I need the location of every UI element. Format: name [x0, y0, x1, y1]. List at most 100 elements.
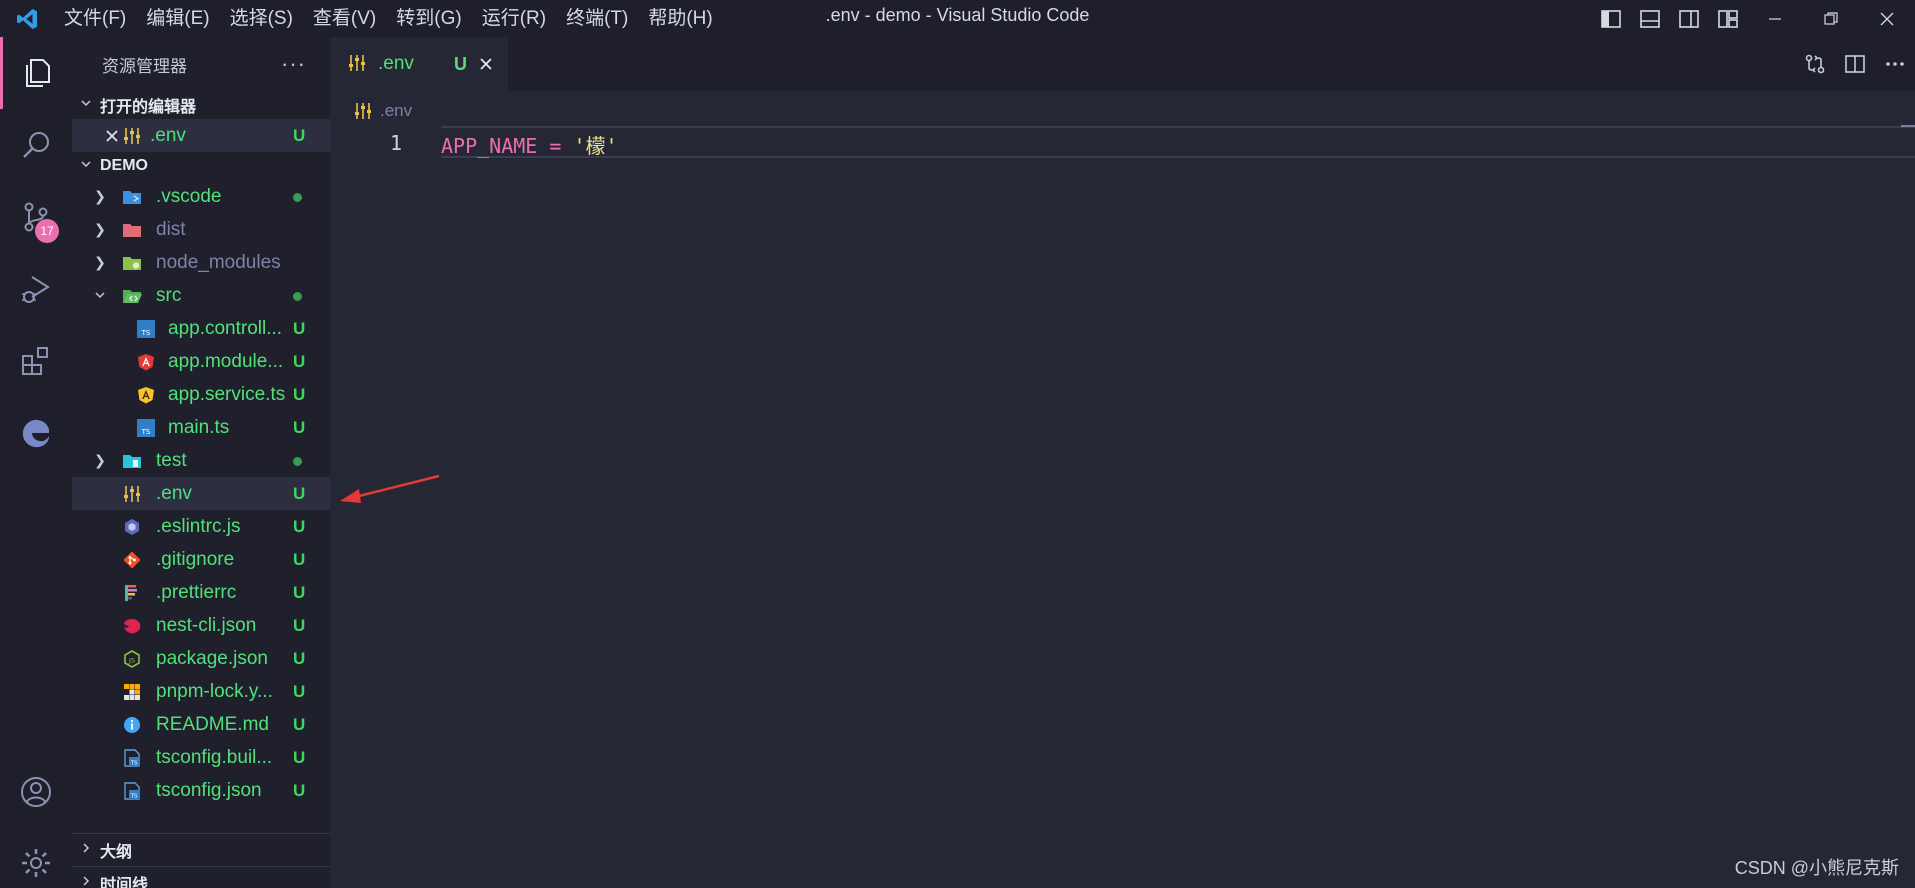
timeline-section[interactable]: 时间线	[72, 866, 330, 888]
toggle-secondary-sidebar-button[interactable]	[1669, 0, 1708, 37]
svg-text:TS: TS	[141, 329, 151, 337]
breadcrumb-file[interactable]: .env	[380, 101, 412, 121]
vscode-logo-icon	[0, 0, 54, 37]
run-debug-icon	[22, 276, 50, 303]
git-status-untracked: U	[293, 384, 306, 404]
open-editors-section[interactable]: 打开的编辑器	[72, 91, 330, 119]
split-editor-button[interactable]	[1835, 37, 1875, 91]
explorer-header: 资源管理器 ···	[72, 37, 330, 91]
open-editors-label: 打开的编辑器	[100, 99, 197, 116]
node-folder-icon	[122, 253, 142, 273]
workspace-label: DEMO	[100, 157, 148, 174]
file-name: package.json	[156, 647, 268, 669]
file-name: .eslintrc.js	[156, 515, 241, 537]
title-bar: 文件(F) 编辑(E) 选择(S) 查看(V) 转到(G) 运行(R) 终端(T…	[0, 0, 1915, 37]
activity-search[interactable]	[0, 109, 72, 181]
open-editor-item[interactable]: .env U	[72, 119, 330, 152]
file-row[interactable]: pnpm-lock.y... U	[72, 675, 330, 708]
file-name: nest-cli.json	[156, 614, 257, 636]
editor-more-actions-button[interactable]	[1875, 37, 1915, 91]
file-row[interactable]: README.md U	[72, 708, 330, 741]
close-window-button[interactable]	[1859, 0, 1915, 37]
git-status-untracked: U	[293, 681, 306, 701]
file-name: pnpm-lock.y...	[156, 680, 273, 702]
file-name: app.controll...	[168, 317, 283, 339]
menu-go[interactable]: 转到(G)	[386, 0, 471, 37]
gear-icon	[22, 849, 50, 877]
watermark: CSDN @小熊尼克斯	[1734, 858, 1899, 878]
code-text[interactable]: APP_NAME = '檬'	[441, 130, 618, 159]
env-settings-icon	[354, 102, 372, 120]
file-row[interactable]: TS tsconfig.json U	[72, 774, 330, 807]
typescript-file-icon: TS	[136, 418, 156, 438]
outline-section[interactable]: 大纲	[72, 834, 330, 866]
customize-layout-button[interactable]	[1708, 0, 1747, 37]
explorer-more-button[interactable]: ···	[281, 51, 306, 77]
menu-run[interactable]: 运行(R)	[472, 0, 556, 37]
timeline-label: 时间线	[100, 876, 149, 888]
file-row[interactable]: .eslintrc.js U	[72, 510, 330, 543]
chevron-down-icon	[80, 157, 100, 175]
close-icon	[480, 58, 492, 70]
folder-row[interactable]: ❯ node_modules	[72, 246, 330, 279]
file-name: app.module...	[168, 350, 284, 372]
file-row[interactable]: nest-cli.json U	[72, 609, 330, 642]
folder-row[interactable]: ❯ test	[72, 444, 330, 477]
folder-row[interactable]: src	[72, 279, 330, 312]
menu-view[interactable]: 查看(V)	[303, 0, 386, 37]
angular-service-icon	[136, 385, 156, 405]
activity-extensions[interactable]	[0, 325, 72, 397]
demo-section[interactable]: DEMO	[72, 152, 330, 180]
folder-name: .vscode	[156, 185, 222, 207]
tab-close-button[interactable]	[476, 54, 496, 74]
activity-explorer[interactable]	[0, 37, 72, 109]
menu-terminal[interactable]: 终端(T)	[556, 0, 638, 37]
chevron-right-icon: ❯	[94, 188, 106, 204]
folder-row[interactable]: ❯ .vscode	[72, 180, 330, 213]
git-icon	[122, 550, 142, 570]
editor-tab-env[interactable]: .env U	[330, 37, 508, 91]
file-row[interactable]: app.module... U	[72, 345, 330, 378]
git-status-untracked: U	[293, 582, 306, 602]
breadcrumb[interactable]: .env	[354, 97, 412, 125]
files-icon	[25, 59, 50, 87]
activity-settings[interactable]	[0, 827, 72, 888]
file-name: tsconfig.buil...	[156, 746, 273, 768]
activity-accounts[interactable]	[0, 756, 72, 828]
file-row[interactable]: app.service.ts U	[72, 378, 330, 411]
file-row[interactable]: .prettierrc U	[72, 576, 330, 609]
dist-folder-icon	[122, 220, 142, 240]
editor-tab-bar: .env U	[330, 37, 1915, 91]
activity-run-debug[interactable]	[0, 253, 72, 325]
file-row[interactable]: JS package.json U	[72, 642, 330, 675]
file-row[interactable]: TS main.ts U	[72, 411, 330, 444]
split-editor-icon	[1845, 55, 1865, 73]
toggle-primary-sidebar-button[interactable]	[1591, 0, 1630, 37]
restore-icon	[1824, 11, 1838, 25]
activity-edge-devtools[interactable]	[0, 397, 72, 469]
git-status-dot	[293, 292, 302, 301]
outline-label: 大纲	[100, 844, 133, 861]
file-row-env[interactable]: .env U	[72, 477, 330, 510]
env-settings-icon	[348, 54, 366, 77]
file-name: .prettierrc	[156, 581, 237, 603]
file-row[interactable]: TS tsconfig.buil... U	[72, 741, 330, 774]
file-row[interactable]: TS app.controll... U	[72, 312, 330, 345]
folder-name: dist	[156, 218, 186, 240]
env-key: APP_NAME	[441, 134, 538, 158]
menu-file[interactable]: 文件(F)	[54, 0, 136, 37]
activity-source-control[interactable]: 17	[0, 181, 72, 253]
restore-button[interactable]	[1803, 0, 1859, 37]
file-row[interactable]: .gitignore U	[72, 543, 330, 576]
toggle-panel-button[interactable]	[1630, 0, 1669, 37]
menu-edit[interactable]: 编辑(E)	[136, 0, 219, 37]
code-line[interactable]: 1 APP_NAME = '檬'	[330, 125, 1915, 161]
folder-row[interactable]: ❯ dist	[72, 213, 330, 246]
file-name: app.service.ts	[168, 383, 286, 405]
minimize-button[interactable]	[1747, 0, 1803, 37]
open-changes-button[interactable]	[1795, 37, 1835, 91]
menu-selection[interactable]: 选择(S)	[220, 0, 303, 37]
close-editor-icon[interactable]	[102, 126, 122, 146]
menu-help[interactable]: 帮助(H)	[638, 0, 722, 37]
file-name: .env	[156, 482, 192, 504]
